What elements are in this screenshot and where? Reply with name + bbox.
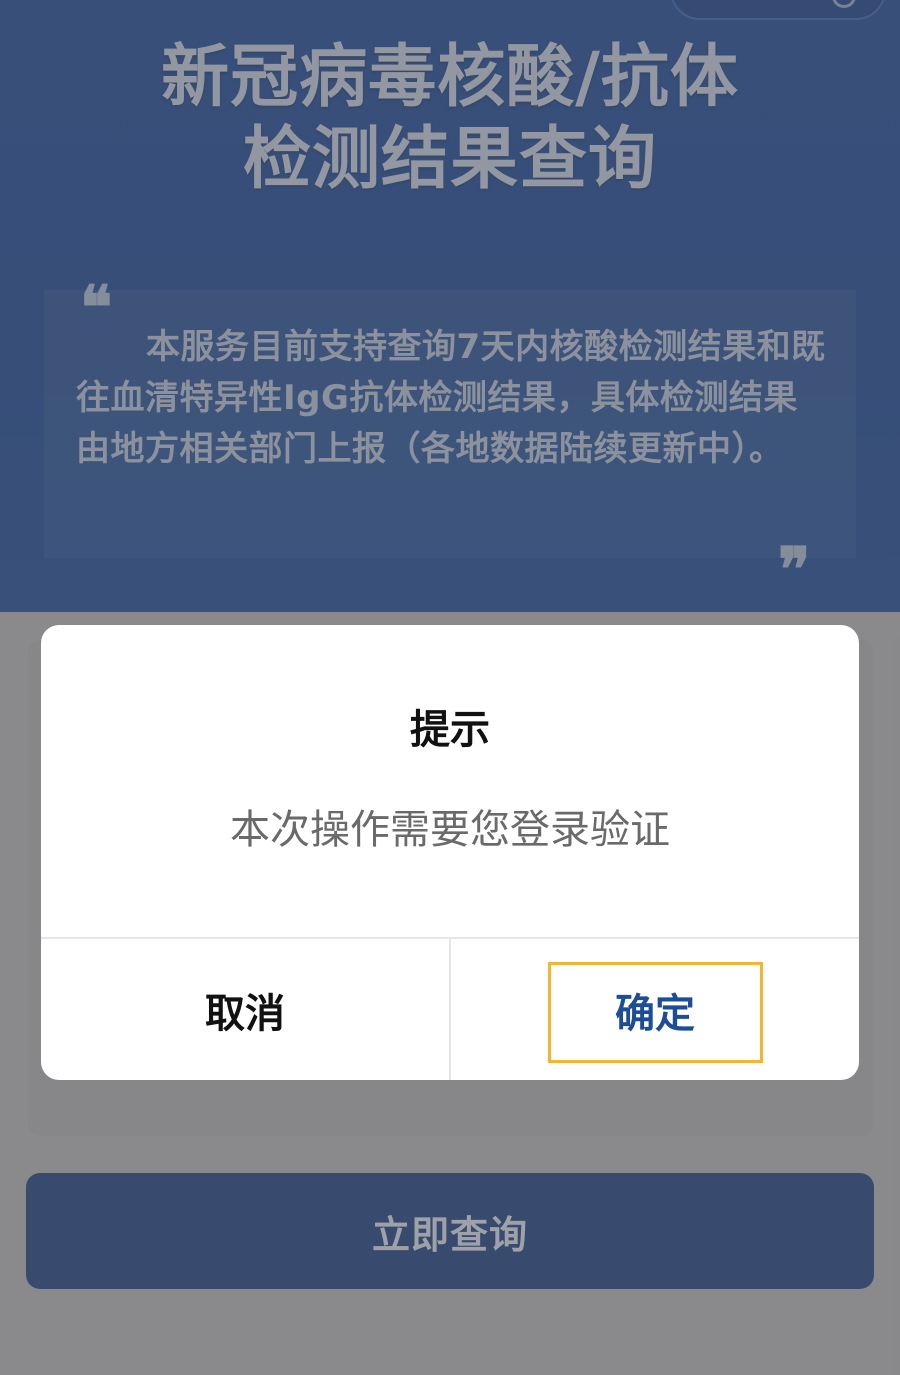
dialog-title: 提示 [410, 707, 490, 753]
confirm-focus-ring [548, 962, 763, 1063]
cancel-button[interactable]: 取消 [41, 939, 449, 1080]
page: 新冠病毒核酸/抗体 检测结果查询 ❝ 本服务目前支持查询7天内核酸检测结果和既往… [0, 0, 900, 1375]
dialog-message: 本次操作需要您登录验证 [230, 807, 670, 853]
